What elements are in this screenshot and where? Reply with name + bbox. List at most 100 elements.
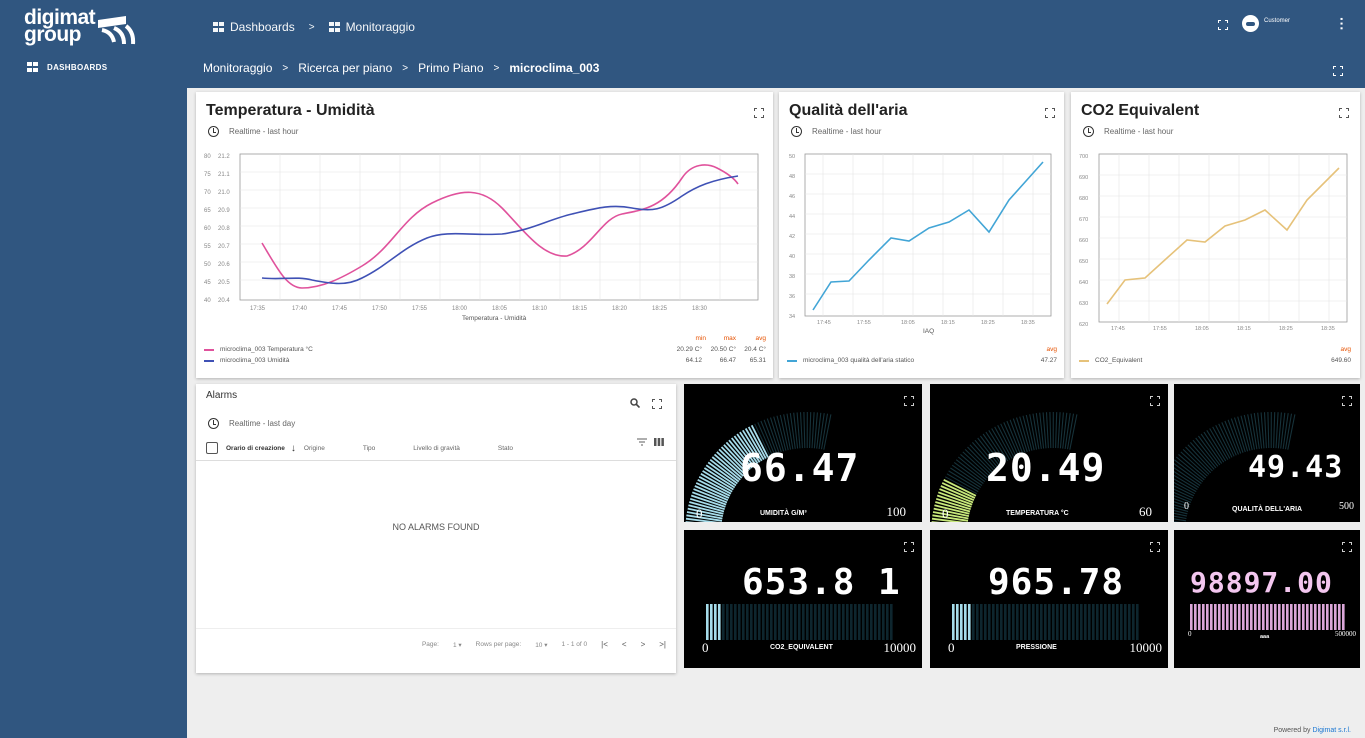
search-icon[interactable]: [630, 398, 640, 408]
col-type[interactable]: Tipo: [363, 445, 375, 452]
fullscreen-icon[interactable]: [1339, 108, 1349, 118]
svg-text:45: 45: [204, 280, 211, 286]
fullscreen-icon[interactable]: [1342, 542, 1352, 552]
gauge-label: UMIDITÀ G/M³: [760, 510, 807, 517]
divider: [196, 628, 676, 629]
radial-gauge: 66.47 UMIDITÀ G/M³ 0 100: [684, 384, 922, 522]
legend-header-max: max: [723, 335, 736, 342]
gauge-value: 66.47: [740, 446, 860, 490]
x-axis-label: IAQ: [923, 328, 934, 335]
svg-text:18:15: 18:15: [941, 320, 955, 326]
legend-max: 66.47: [719, 357, 736, 364]
svg-text:60: 60: [204, 226, 211, 232]
svg-text:17:55: 17:55: [1153, 326, 1167, 332]
more-vert-icon[interactable]: ···: [1334, 17, 1350, 31]
gauge-max: 10000: [883, 640, 917, 655]
rows-per-page-select[interactable]: 10 ▾: [535, 641, 547, 649]
fullscreen-icon[interactable]: [1342, 396, 1352, 406]
first-page-button[interactable]: |<: [601, 640, 608, 649]
svg-text:48: 48: [789, 174, 795, 180]
fullscreen-icon[interactable]: [1333, 66, 1343, 76]
brand-logo[interactable]: digimat group: [24, 7, 136, 46]
radial-gauge: 20.49 TEMPERATURA °C 0 60: [930, 384, 1168, 522]
legend-series-name: CO2_Equivalent: [1095, 357, 1143, 364]
fullscreen-icon[interactable]: [1045, 108, 1055, 118]
sidebar: digimat group DASHBOARDS: [0, 0, 187, 738]
next-page-button[interactable]: >: [641, 640, 646, 649]
svg-text:80: 80: [204, 154, 211, 160]
svg-text:55: 55: [204, 244, 211, 250]
brand-line2: group: [24, 23, 81, 46]
gauge-min: 0: [948, 640, 955, 655]
svg-text:17:45: 17:45: [817, 320, 831, 326]
svg-text:17:45: 17:45: [332, 306, 348, 312]
arrow-down-icon[interactable]: ↓: [291, 443, 296, 454]
svg-text:18:05: 18:05: [1195, 326, 1209, 332]
breadcrumb-top: Dashboards > Monitoraggio: [213, 20, 415, 34]
account-icon[interactable]: [1242, 15, 1259, 32]
fullscreen-icon[interactable]: [904, 542, 914, 552]
gauge-max: 100: [886, 504, 907, 519]
fullscreen-icon[interactable]: [754, 108, 764, 118]
legend-swatch: [787, 359, 797, 362]
legend-header-avg: avg: [755, 335, 766, 342]
co2-chart: 700 690 680 670 660 650 640 630 620 17:45 17:55 18…: [1079, 153, 1348, 332]
timewindow[interactable]: Realtime - last hour: [791, 126, 881, 137]
gauge-value: 20.49: [986, 446, 1106, 490]
crumb-monitoraggio-state[interactable]: Monitoraggio: [203, 61, 272, 75]
svg-text:20.9: 20.9: [218, 208, 230, 214]
col-created[interactable]: Orario di creazione: [226, 445, 285, 452]
fullscreen-icon[interactable]: [1150, 396, 1160, 406]
footer-link[interactable]: Digimat s.r.l.: [1312, 727, 1351, 734]
svg-text:75: 75: [204, 172, 211, 178]
filter-icon[interactable]: [637, 438, 647, 446]
fullscreen-icon[interactable]: [904, 396, 914, 406]
fullscreen-icon[interactable]: [652, 399, 662, 409]
crumb-dashboards[interactable]: Dashboards: [230, 20, 295, 34]
svg-text:17:45: 17:45: [1111, 326, 1125, 332]
svg-text:18:35: 18:35: [1321, 326, 1335, 332]
brand-mark-icon: [98, 16, 136, 45]
col-origin[interactable]: Origine: [304, 445, 325, 452]
svg-text:17:55: 17:55: [412, 306, 428, 312]
legend-max: 20.50 C°: [710, 346, 736, 353]
svg-text:50: 50: [789, 154, 795, 160]
timewindow[interactable]: Realtime - last hour: [1083, 126, 1173, 137]
legend-series-name: microclima_003 qualità dell'aria statico: [803, 357, 915, 364]
radial-gauge: 49.43 QUALITÀ DELL'ARIA 0 500: [1174, 384, 1360, 522]
legend-row[interactable]: microclima_003 Umidità 64.12 66.47 65.31: [204, 355, 766, 366]
linear-gauge: 98897.00 aaa 0 500000: [1174, 530, 1360, 668]
crumb-primo-piano[interactable]: Primo Piano: [418, 61, 483, 75]
svg-text:17:50: 17:50: [372, 306, 388, 312]
page-select[interactable]: 1 ▾: [453, 641, 462, 649]
columns-icon[interactable]: [654, 438, 664, 446]
crumb-ricerca[interactable]: Ricerca per piano: [298, 61, 392, 75]
crumb-monitoraggio[interactable]: Monitoraggio: [346, 20, 415, 34]
prev-page-button[interactable]: <: [622, 640, 627, 649]
svg-text:680: 680: [1079, 196, 1088, 202]
legend-row[interactable]: microclima_003 Temperatura °C 20.29 C° 20.…: [204, 344, 766, 355]
svg-text:44: 44: [789, 214, 795, 220]
legend-swatch: [204, 348, 214, 351]
sidebar-item-dashboards[interactable]: DASHBOARDS: [27, 62, 107, 72]
legend-row[interactable]: CO2_Equivalent 649.60: [1079, 355, 1351, 366]
svg-text:18:30: 18:30: [692, 306, 708, 312]
svg-text:34: 34: [789, 314, 795, 320]
timewindow[interactable]: Realtime - last hour: [208, 126, 298, 137]
col-severity[interactable]: Livello di gravità: [413, 445, 460, 452]
temperature-humidity-card: Temperatura - Umidità Realtime - last ho…: [196, 92, 773, 378]
fullscreen-icon[interactable]: [1150, 542, 1160, 552]
timewindow[interactable]: Realtime - last day: [208, 418, 295, 429]
temperature-humidity-chart: 80 75 70 65 60 55 50 45 40 21.2 21.1 21.0 20.9 20.8 2…: [204, 153, 759, 322]
legend-row[interactable]: microclima_003 qualità dell'aria statico…: [787, 355, 1057, 366]
fullscreen-icon[interactable]: [1218, 20, 1228, 30]
gauge-label: aaa: [1260, 634, 1270, 640]
timewindow-label: Realtime - last hour: [1104, 127, 1174, 136]
select-all-checkbox[interactable]: [206, 442, 218, 454]
chevron-right-icon: >: [282, 62, 289, 74]
last-page-button[interactable]: >|: [659, 640, 666, 649]
col-status[interactable]: Stato: [498, 445, 513, 452]
chevron-right-icon: >: [402, 62, 409, 74]
dashboard-icon: [328, 21, 341, 33]
gauge-label: CO2_EQUIVALENT: [770, 644, 833, 651]
